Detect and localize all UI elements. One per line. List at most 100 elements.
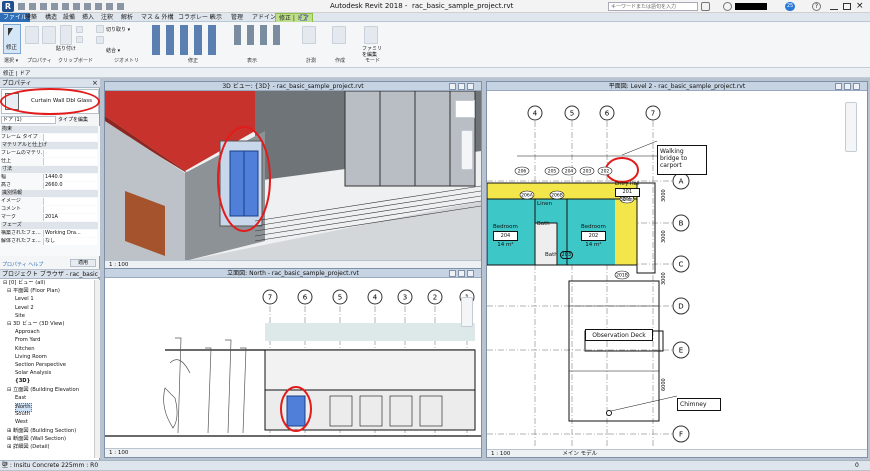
elev-close-button[interactable] [467, 270, 474, 277]
copy-icon[interactable] [76, 26, 83, 33]
notification-badge[interactable]: 25 [785, 2, 795, 11]
group-select[interactable]: 選択 ▾ [4, 57, 18, 65]
properties-header: プロパティ [0, 79, 100, 88]
file-name: rac_basic_sample_project.rvt [412, 2, 514, 10]
tab-analyze[interactable]: 解析 [118, 13, 136, 22]
view-tools-grid[interactable] [232, 25, 280, 45]
view-plan-window[interactable]: 平面図: Level 2 - rac_basic_sample_project.… [486, 81, 868, 458]
create-icon[interactable] [332, 26, 346, 44]
tab-architecture[interactable]: 建築 [22, 13, 40, 22]
edit-family-button[interactable] [364, 26, 378, 44]
prop-value[interactable] [43, 198, 97, 205]
tree-item[interactable]: ⊟ 平面図 (Floor Plan) [7, 288, 60, 295]
apply-button[interactable]: 適用 [70, 259, 96, 267]
3d-model-canvas[interactable] [105, 91, 481, 261]
tab-structure[interactable]: 構造 [42, 13, 60, 22]
browser-scrollbar[interactable] [94, 280, 100, 458]
plan-grid-label: E [679, 347, 683, 355]
view-minimize-button[interactable] [449, 83, 456, 90]
geometry-join-icon[interactable] [96, 36, 104, 44]
view-3d-window[interactable]: 3D ビュー: {3D} - rac_basic_sample_project.… [104, 81, 482, 269]
tree-item[interactable]: Approach [15, 329, 40, 336]
tree-item[interactable]: Solar Analysis [15, 370, 51, 377]
tab-massing[interactable]: マス & 外構 [138, 13, 177, 22]
prop-value[interactable]: Working Dra... [43, 230, 97, 237]
edit-type-button[interactable]: タイプを編集 [58, 116, 98, 124]
prop-group[interactable]: 識別情報 [1, 190, 98, 197]
minimize-button[interactable] [830, 3, 838, 10]
elevation-canvas[interactable]: 7654321 [105, 278, 481, 448]
tree-item[interactable]: From Yard [15, 337, 40, 344]
plan-navigation-bar[interactable] [845, 102, 857, 152]
tree-item[interactable]: West [15, 419, 28, 426]
modify-button[interactable]: 修正 [3, 24, 21, 54]
properties-help-link[interactable]: プロパティ ヘルプ [2, 261, 43, 268]
tab-view[interactable]: 表示 [207, 13, 225, 22]
maximize-button[interactable] [843, 3, 851, 10]
view-elevation-window[interactable]: 立面図: North - rac_basic_sample_project.rv… [104, 268, 482, 458]
plan-workset[interactable]: メイン モデル [562, 451, 597, 457]
elev-maximize-button[interactable] [458, 270, 465, 277]
tree-item[interactable]: Section Perspective [15, 362, 66, 369]
prop-value[interactable]: 2660.0 [43, 182, 97, 189]
tree-item[interactable]: East [15, 395, 26, 402]
plan-maximize-button[interactable] [844, 83, 851, 90]
instance-selector[interactable]: ドア (1) [1, 116, 56, 124]
ribbon-minimize-icon[interactable] [300, 14, 307, 21]
prop-group[interactable]: フェーズ [1, 222, 98, 229]
tree-item[interactable]: ⊟ [0] ビュー (all) [3, 280, 45, 287]
prop-group[interactable]: 拘束 [1, 126, 98, 133]
elev-minimize-button[interactable] [449, 270, 456, 277]
elev-navigation-bar[interactable] [461, 297, 473, 327]
tree-item[interactable]: ⊟ 3D ビュー (3D View) [7, 321, 64, 328]
tree-item[interactable]: {3D} [15, 378, 30, 385]
prop-value[interactable] [43, 158, 97, 165]
prop-value[interactable] [43, 134, 97, 141]
tab-modify-door[interactable]: 修正 | ドア [275, 13, 313, 22]
tree-item[interactable]: Level 1 [15, 296, 34, 303]
tree-item[interactable]: Site [15, 313, 25, 320]
quick-access-toolbar[interactable] [18, 3, 128, 10]
navigation-bar[interactable] [461, 130, 473, 170]
elevation-scale[interactable]: 1 : 100 [109, 450, 128, 456]
properties-palette-button[interactable] [42, 26, 56, 44]
prop-value[interactable]: なし [43, 238, 97, 245]
prop-value[interactable] [43, 150, 97, 157]
cut-icon[interactable] [76, 36, 83, 43]
paste-button[interactable] [60, 25, 72, 45]
help-icon[interactable]: ? [812, 2, 821, 11]
tab-systems[interactable]: 設備 [60, 13, 78, 22]
prop-value[interactable] [43, 206, 97, 213]
prop-group[interactable]: 寸法 [1, 166, 98, 173]
tree-item[interactable]: Level 2 [15, 305, 34, 312]
close-icon[interactable]: × [92, 80, 98, 87]
measure-icon[interactable] [302, 26, 316, 44]
tree-item[interactable]: Kitchen [15, 346, 35, 353]
geometry-cope-icon[interactable] [96, 25, 104, 33]
binoculars-icon[interactable] [701, 2, 710, 11]
prop-value[interactable]: 1440.0 [43, 174, 97, 181]
tree-item[interactable]: ⊞ 断面図 (Wall Section) [7, 436, 66, 443]
search-input[interactable]: キーワードまたは語句を入力 [608, 2, 698, 11]
view-close-button[interactable] [467, 83, 474, 90]
tab-insert[interactable]: 挿入 [79, 13, 97, 22]
tab-annotate[interactable]: 注釈 [98, 13, 116, 22]
view-maximize-button[interactable] [458, 83, 465, 90]
tree-item[interactable]: Living Room [15, 354, 47, 361]
tree-item[interactable]: ⊞ 断面図 (Building Section) [7, 428, 76, 435]
tree-item[interactable]: South [15, 411, 30, 418]
tab-manage[interactable]: 管理 [228, 13, 246, 22]
user-icon[interactable] [723, 2, 732, 11]
prop-value[interactable]: 201A [43, 214, 97, 221]
close-button[interactable]: × [856, 1, 864, 11]
app-menu-button[interactable]: R [2, 1, 14, 12]
plan-scale[interactable]: 1 : 100 [491, 451, 510, 457]
type-properties-button[interactable] [25, 26, 39, 44]
view-cube[interactable] [455, 100, 475, 118]
plan-close-button[interactable] [853, 83, 860, 90]
tree-item[interactable]: ⊟ 立面図 (Building Elevation [7, 387, 79, 394]
prop-group[interactable]: マテリアルと仕上げ [1, 142, 98, 149]
tree-item[interactable]: ⊞ 詳細図 (Detail) [7, 444, 50, 451]
modify-tools-grid[interactable] [150, 25, 222, 55]
plan-minimize-button[interactable] [835, 83, 842, 90]
